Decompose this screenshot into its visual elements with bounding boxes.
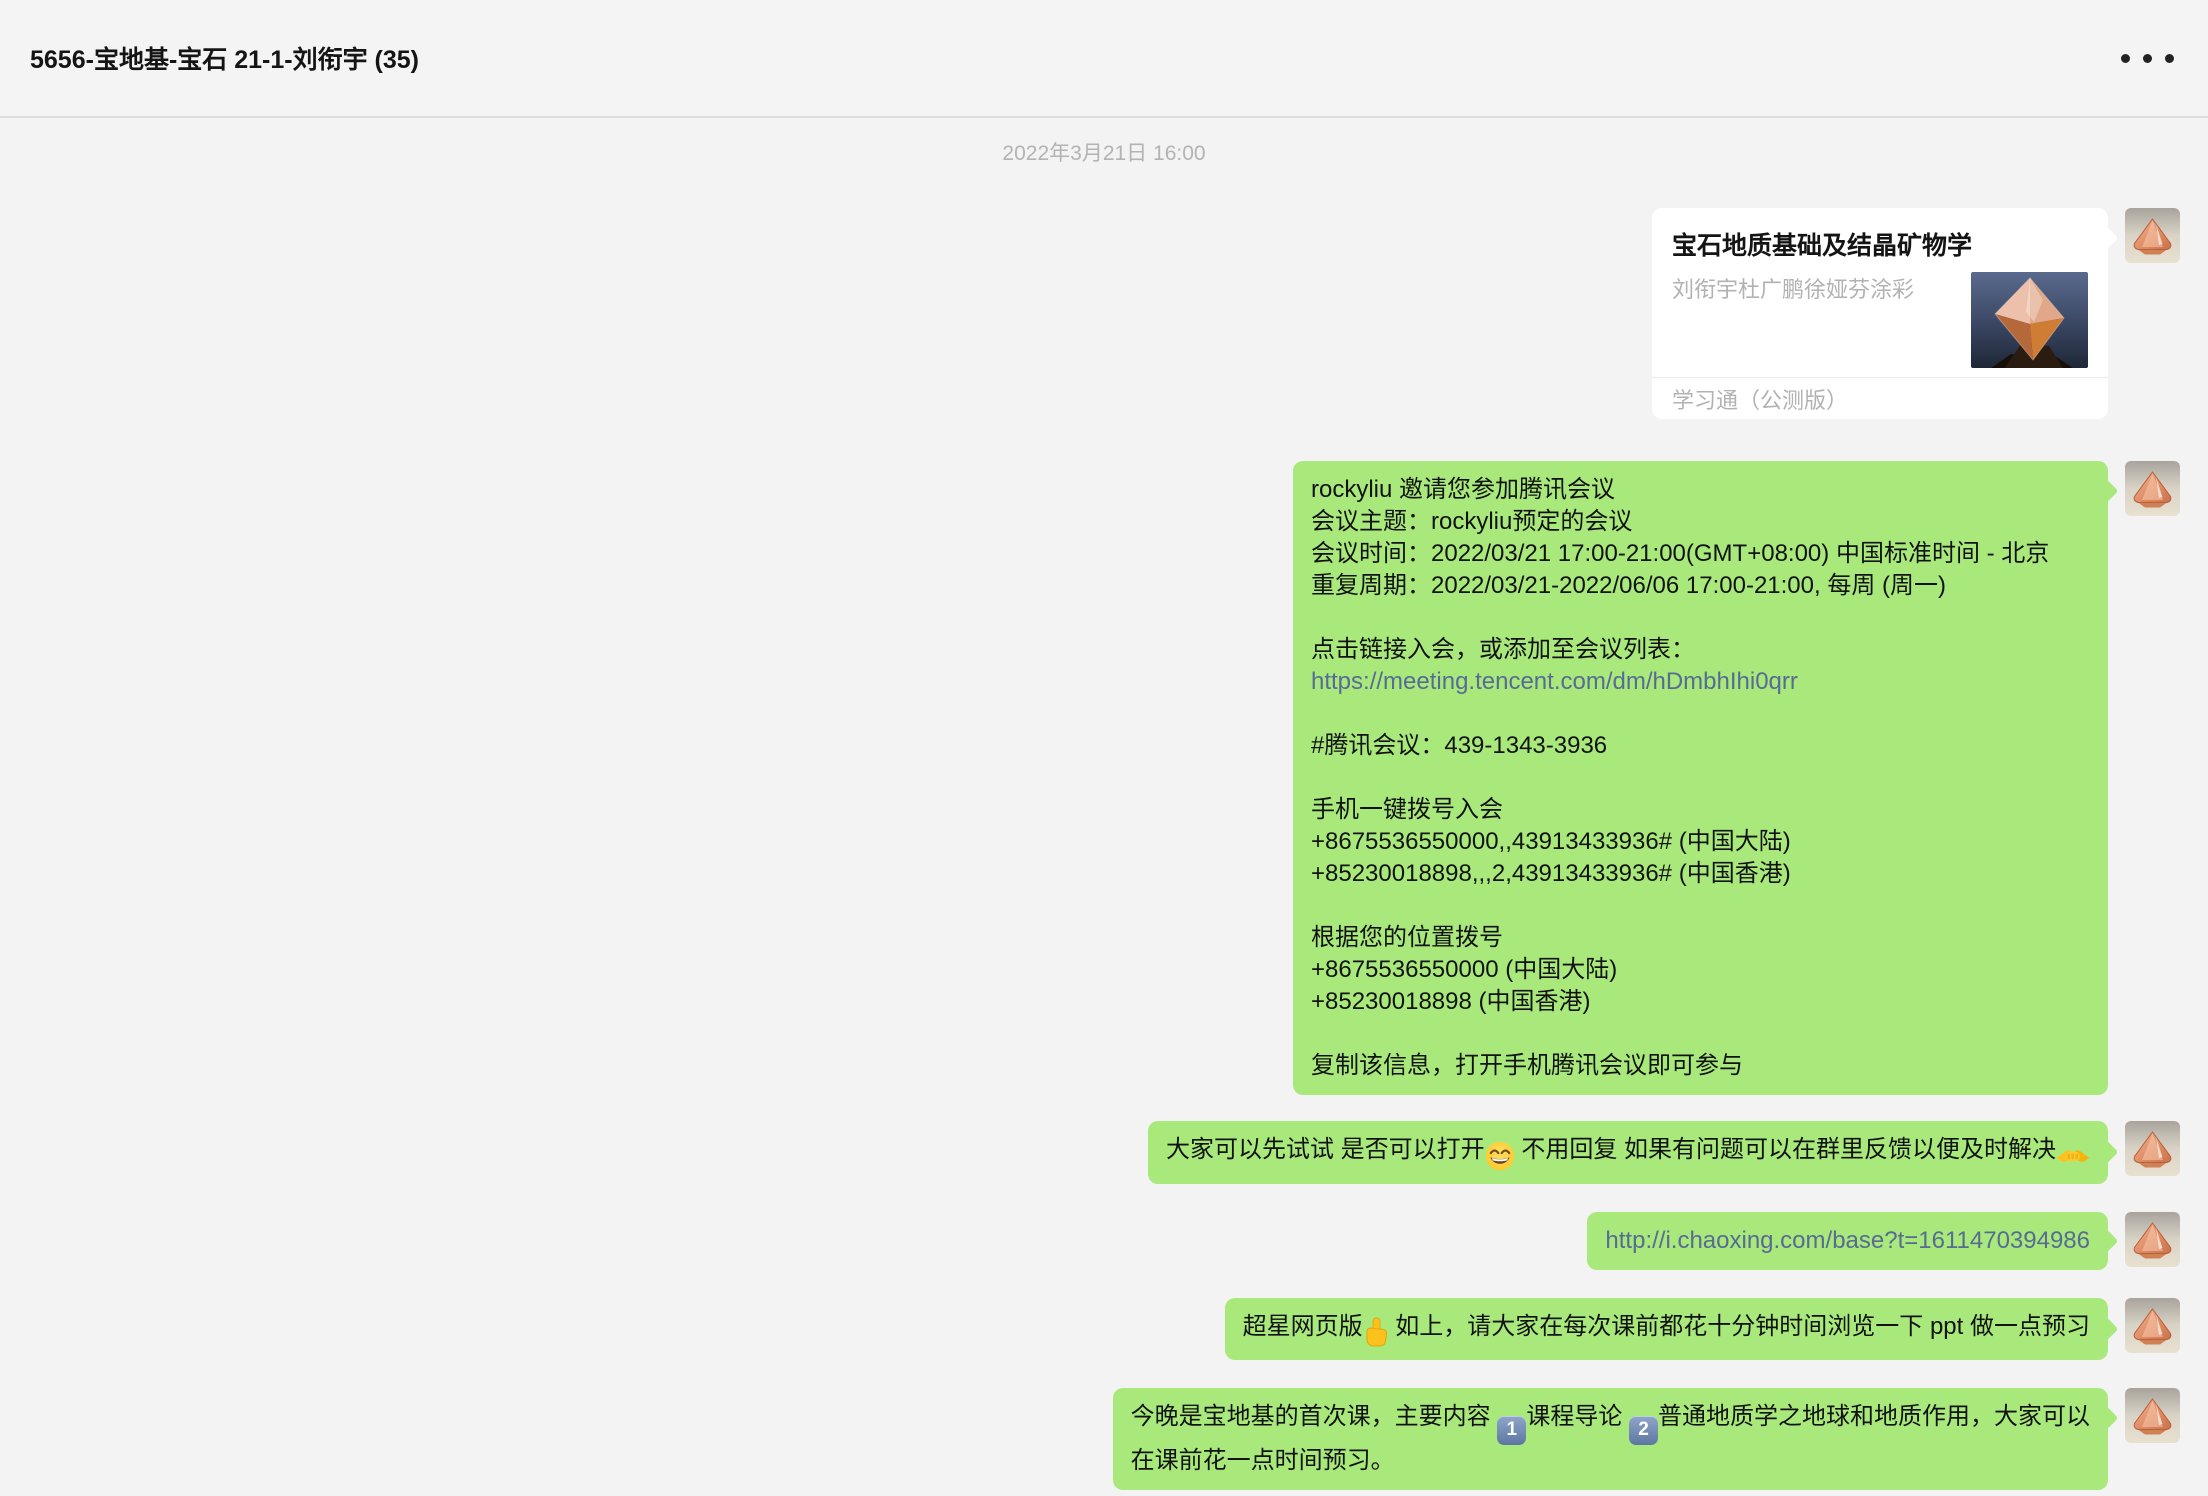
message-line: 大家可以先试试 是否可以打开 不用回复 如果有问题可以在群里反馈以便及时解决 [1166, 1134, 2090, 1171]
message-text: 在课前花一点时间预习。 [1131, 1447, 1395, 1474]
message-list: 宝石地质基础及结晶矿物学刘衔宇杜广鹏徐娅芬涂彩学习通（公测版） rockyliu … [0, 208, 2208, 1490]
message-line: +85230018898,,,2,43913433936# (中国香港) [1311, 858, 2090, 890]
message-line [1311, 762, 2090, 794]
message-line: 手机一键拨号入会 [1311, 794, 2090, 826]
card-source: 学习通（公测版） [1652, 377, 2108, 419]
message-line: https://meeting.tencent.com/dm/hDmbhIhi0… [1311, 666, 2090, 698]
message-text: 复制该信息，打开手机腾讯会议即可参与 [1311, 1052, 1743, 1079]
message-link[interactable]: https://meeting.tencent.com/dm/hDmbhIhi0… [1311, 668, 1798, 695]
message-text: 普通地质学之地球和地质作用，大家可以 [1658, 1403, 2090, 1430]
date-separator: 2022年3月21日 16:00 [0, 142, 2208, 166]
message-line: +8675536550000 (中国大陆) [1311, 954, 2090, 986]
message-link[interactable]: http://i.chaoxing.com/base?t=16114703949… [1605, 1227, 2090, 1254]
message-line: 根据您的位置拨号 [1311, 922, 2090, 954]
chat-window: 5656-宝地基-宝石 21-1-刘衔宇 (35) 2022年3月21日 16:… [0, 0, 2208, 1490]
message-row: http://i.chaoxing.com/base?t=16114703949… [0, 1212, 2180, 1270]
message-row: 大家可以先试试 是否可以打开 不用回复 如果有问题可以在群里反馈以便及时解决 [0, 1121, 2180, 1184]
message-text: +8675536550000 (中国大陆) [1311, 956, 1617, 983]
message-text: 点击链接入会，或添加至会议列表： [1311, 636, 1695, 663]
card-title: 宝石地质基础及结晶矿物学 [1672, 230, 2088, 262]
message-line [1311, 890, 2090, 922]
message-line: +85230018898 (中国香港) [1311, 986, 2090, 1018]
message-line: http://i.chaoxing.com/base?t=16114703949… [1605, 1225, 2090, 1257]
message-text: 超星网页版 [1243, 1313, 1363, 1340]
message-row: 超星网页版 如上，请大家在每次课前都花十分钟时间浏览一下 ppt 做一点预习 [0, 1298, 2180, 1361]
chat-title: 5656-宝地基-宝石 21-1-刘衔宇 (35) [30, 40, 419, 76]
handshake-emoji [2056, 1143, 2090, 1169]
message-text: +8675536550000,,43913433936# (中国大陆) [1311, 828, 1791, 855]
bubble-tail-icon [2096, 1318, 2119, 1341]
keycap-1-emoji: 1 [1497, 1416, 1526, 1445]
bubble-tail-icon [2096, 1141, 2119, 1164]
grinning-emoji [1485, 1141, 1515, 1171]
point-up-emoji [1363, 1317, 1389, 1347]
chat-bubble[interactable]: http://i.chaoxing.com/base?t=16114703949… [1587, 1212, 2108, 1270]
link-card-message[interactable]: 宝石地质基础及结晶矿物学刘衔宇杜广鹏徐娅芬涂彩学习通（公测版） [1652, 208, 2108, 419]
message-line: 复制该信息，打开手机腾讯会议即可参与 [1311, 1050, 2090, 1082]
ellipsis-dot-icon [2121, 54, 2130, 63]
card-body: 宝石地质基础及结晶矿物学刘衔宇杜广鹏徐娅芬涂彩 [1652, 208, 2108, 377]
message-text: 会议时间：2022/03/21 17:00-21:00(GMT+08:00) 中… [1311, 540, 2049, 567]
message-line [1311, 698, 2090, 730]
message-row: 今晚是宝地基的首次课，主要内容 1课程导论 2普通地质学之地球和地质作用，大家可… [0, 1388, 2180, 1490]
message-row: rockyliu 邀请您参加腾讯会议会议主题：rockyliu预定的会议会议时间… [0, 461, 2180, 1095]
chat-header: 5656-宝地基-宝石 21-1-刘衔宇 (35) [0, 0, 2208, 118]
keycap-2-emoji: 2 [1629, 1416, 1658, 1445]
message-text: 大家可以先试试 是否可以打开 [1166, 1136, 1485, 1163]
message-text: +85230018898,,,2,43913433936# (中国香港) [1311, 860, 1791, 887]
message-text: 根据您的位置拨号 [1311, 924, 1503, 951]
message-text: 手机一键拨号入会 [1311, 796, 1503, 823]
keycap-digit: 1 [1497, 1416, 1526, 1445]
chat-bubble[interactable]: 大家可以先试试 是否可以打开 不用回复 如果有问题可以在群里反馈以便及时解决 [1148, 1121, 2108, 1184]
chat-bubble[interactable]: rockyliu 邀请您参加腾讯会议会议主题：rockyliu预定的会议会议时间… [1293, 461, 2108, 1095]
chat-bubble[interactable]: 超星网页版 如上，请大家在每次课前都花十分钟时间浏览一下 ppt 做一点预习 [1225, 1298, 2108, 1361]
card-subtitle: 刘衔宇杜广鹏徐娅芬涂彩 [1672, 276, 1922, 304]
message-line: 超星网页版 如上，请大家在每次课前都花十分钟时间浏览一下 ppt 做一点预习 [1243, 1311, 2090, 1348]
more-menu-button[interactable] [2117, 44, 2178, 73]
message-text: #腾讯会议：439-1343-3936 [1311, 732, 1607, 759]
message-line: +8675536550000,,43913433936# (中国大陆) [1311, 826, 2090, 858]
message-line [1311, 602, 2090, 634]
message-line: rockyliu 邀请您参加腾讯会议 [1311, 474, 2090, 506]
ellipsis-dot-icon [2165, 54, 2174, 63]
chat-bubble[interactable]: 今晚是宝地基的首次课，主要内容 1课程导论 2普通地质学之地球和地质作用，大家可… [1113, 1388, 2108, 1490]
avatar[interactable] [2125, 1212, 2180, 1267]
bubble-tail-icon [2096, 480, 2119, 503]
message-row: 宝石地质基础及结晶矿物学刘衔宇杜广鹏徐娅芬涂彩学习通（公测版） [0, 208, 2180, 419]
message-area[interactable]: 2022年3月21日 16:00 宝石地质基础及结晶矿物学刘衔宇杜广鹏徐娅芬涂彩… [0, 118, 2208, 1490]
message-text: 如上，请大家在每次课前都花十分钟时间浏览一下 ppt 做一点预习 [1389, 1313, 2090, 1340]
message-text: +85230018898 (中国香港) [1311, 988, 1591, 1015]
message-line [1311, 1018, 2090, 1050]
message-text: 今晚是宝地基的首次课，主要内容 [1131, 1403, 1498, 1430]
message-text: 重复周期：2022/03/21-2022/06/06 17:00-21:00, … [1311, 572, 1946, 599]
keycap-digit: 2 [1629, 1416, 1658, 1445]
avatar[interactable] [2125, 461, 2180, 516]
message-line: 今晚是宝地基的首次课，主要内容 1课程导论 2普通地质学之地球和地质作用，大家可… [1131, 1401, 2090, 1445]
message-line: #腾讯会议：439-1343-3936 [1311, 730, 2090, 762]
message-line: 点击链接入会，或添加至会议列表： [1311, 634, 2090, 666]
message-text: rockyliu 邀请您参加腾讯会议 [1311, 476, 1615, 503]
message-line: 会议主题：rockyliu预定的会议 [1311, 506, 2090, 538]
message-line: 在课前花一点时间预习。 [1131, 1445, 2090, 1477]
avatar[interactable] [2125, 1298, 2180, 1353]
avatar[interactable] [2125, 208, 2180, 263]
crystal-photo [1971, 272, 2088, 368]
message-text: 会议主题：rockyliu预定的会议 [1311, 508, 1632, 535]
bubble-tail-icon [2096, 1407, 2119, 1430]
message-text: 课程导论 [1526, 1403, 1629, 1430]
avatar[interactable] [2125, 1388, 2180, 1443]
bubble-tail-icon [2096, 1229, 2119, 1252]
message-line: 重复周期：2022/03/21-2022/06/06 17:00-21:00, … [1311, 570, 2090, 602]
ellipsis-dot-icon [2143, 54, 2152, 63]
message-line: 会议时间：2022/03/21 17:00-21:00(GMT+08:00) 中… [1311, 538, 2090, 570]
avatar[interactable] [2125, 1121, 2180, 1176]
message-text: 不用回复 如果有问题可以在群里反馈以便及时解决 [1515, 1136, 2056, 1163]
